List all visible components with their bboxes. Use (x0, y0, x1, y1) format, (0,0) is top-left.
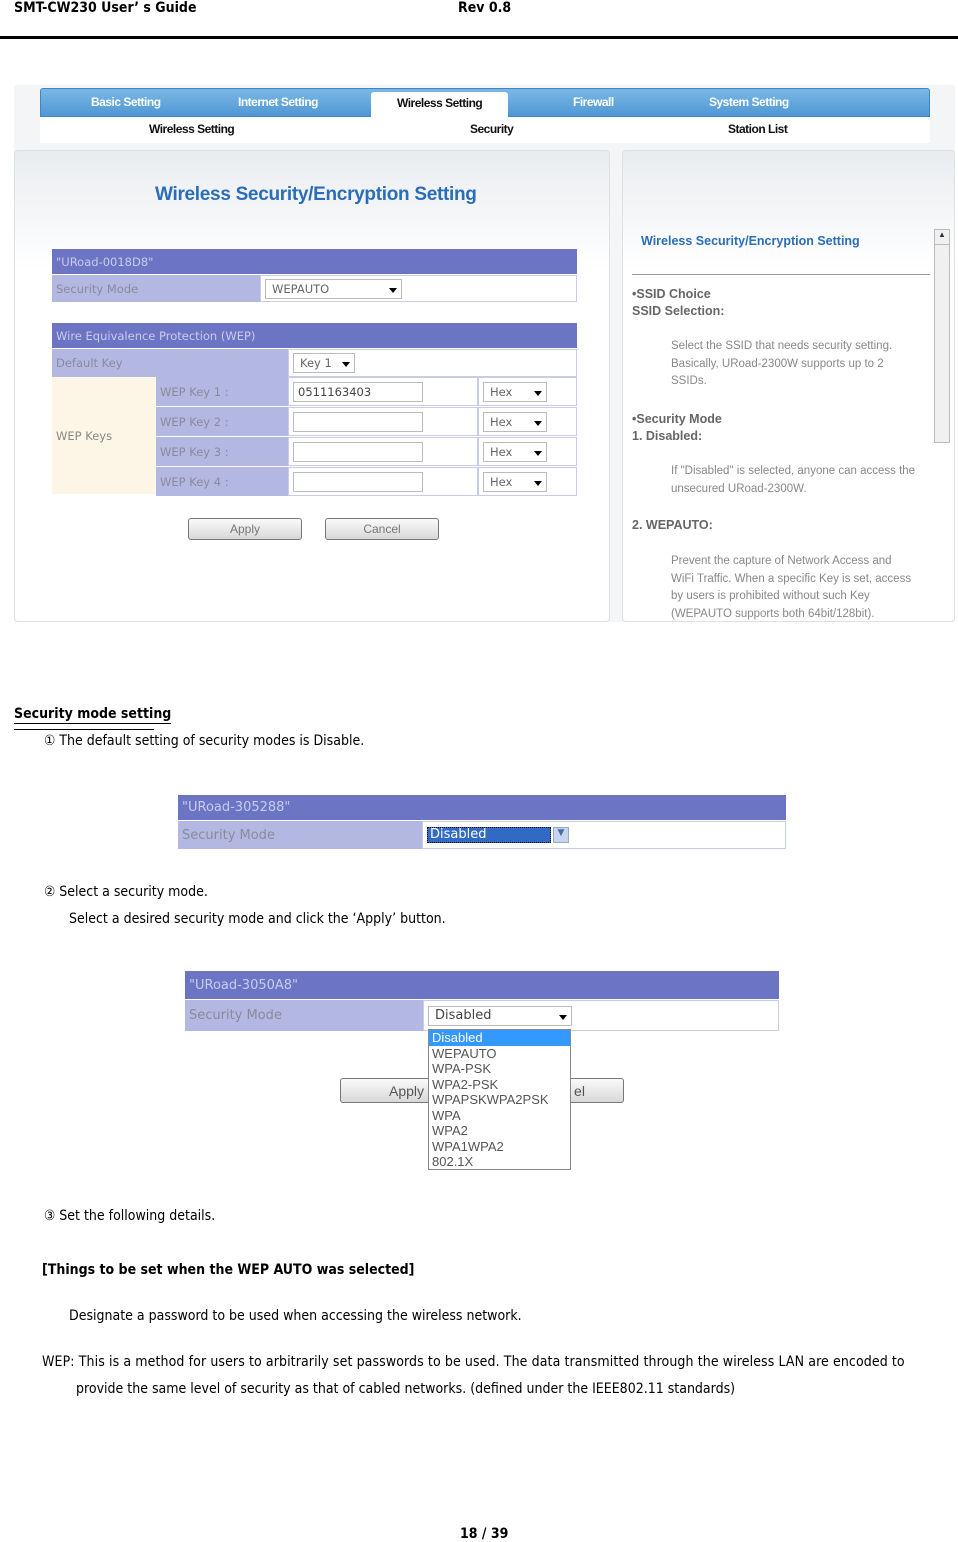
dropdown-arrow-icon (534, 390, 542, 396)
wep-table: Wire Equivalence Protection (WEP) Defaul… (52, 323, 577, 496)
security-mode-value: Disabled (435, 1008, 492, 1023)
security-mode-options: Disabled WEPAUTO WPA-PSK WPA2-PSK WPAPSKWPA2… (428, 1029, 571, 1170)
help-disabled-text: If "Disabled" is selected, anyone can ac… (671, 465, 916, 495)
main-tab-bar: Basic Setting Internet Setting Wireless … (40, 88, 930, 118)
help-scrollbar[interactable]: ▲ (934, 229, 950, 443)
ssid-header: "URoad-0018D8" (52, 249, 577, 274)
tab-basic-setting[interactable]: Basic Setting (91, 95, 161, 109)
ssid-header: "URoad-3050A8" (185, 971, 779, 999)
apply-button[interactable]: Apply (389, 1083, 424, 1099)
tab-system-setting[interactable]: System Setting (709, 95, 789, 109)
section-heading: Security mode setting (14, 706, 172, 724)
option-802-1x[interactable]: 802.1X (429, 1154, 570, 1170)
help-security-heading: •Security Mode 1. Disabled: (632, 412, 722, 443)
header-rule (0, 36, 958, 39)
scroll-up-icon[interactable]: ▲ (935, 230, 949, 245)
security-mode-label: Security Mode (185, 1000, 423, 1031)
dropdown-arrow-icon (534, 420, 542, 426)
help-ssid-heading: •SSID Choice SSID Selection: (632, 287, 725, 318)
subtab-station-list[interactable]: Station List (728, 122, 788, 136)
designate-text: Designate a password to be used when acc… (69, 1308, 522, 1324)
security-mode-select[interactable]: Disabled (427, 827, 551, 843)
help-wepauto-text: Prevent the capture of Network Access an… (671, 555, 912, 620)
screenshot-default-mode: "URoad-305288" Security Mode Disabled ▼ (178, 795, 786, 849)
option-wpa2-psk[interactable]: WPA2-PSK (429, 1077, 570, 1093)
wep-key-row: WEP Key 1 :0511163403 Hex (156, 377, 577, 406)
screenshot-mode-dropdown: "URoad-3050A8" Security Mode Disabled (185, 971, 779, 1031)
dropdown-arrow-icon (559, 1014, 567, 1020)
help-wepauto-heading: 2. WEPAUTO: (632, 518, 713, 532)
wep-key-row: WEP Key 4 : Hex (156, 467, 577, 496)
chevron-down-icon[interactable]: ▼ (553, 827, 569, 843)
tab-wireless-setting[interactable]: Wireless Setting (371, 92, 509, 118)
wep-key-format: Hex (490, 444, 513, 459)
doc-revision: Rev 0.8 (458, 0, 512, 16)
wep-key-format-select[interactable]: Hex (483, 471, 547, 492)
wep-key-label: WEP Key 4 : (156, 467, 288, 496)
doc-title: SMT-CW230 User’ s Guide (14, 0, 197, 16)
wep-auto-heading: [Things to be set when the WEP AUTO was … (42, 1262, 415, 1278)
wep-header: Wire Equivalence Protection (WEP) (52, 323, 577, 348)
help-divider (632, 274, 930, 275)
wep-definition-line2: provide the same level of security as th… (76, 1381, 736, 1397)
wep-key-label: WEP Key 3 : (156, 437, 288, 466)
default-key-select[interactable]: Key 1 (293, 353, 355, 373)
option-wpa1wpa2[interactable]: WPA1WPA2 (429, 1139, 570, 1155)
dropdown-arrow-icon (534, 480, 542, 486)
dropdown-arrow-icon (534, 450, 542, 456)
wep-keys-label: WEP Keys (52, 377, 156, 494)
step-3: ③ Set the following details. (44, 1208, 216, 1224)
cancel-button[interactable]: el (574, 1083, 585, 1099)
wep-key-input[interactable] (293, 471, 423, 492)
page-number: 18 / 39 (460, 1526, 509, 1542)
option-wepauto[interactable]: WEPAUTO (429, 1046, 570, 1062)
subtab-security[interactable]: Security (470, 122, 514, 136)
wep-key-row: WEP Key 3 : Hex (156, 437, 577, 466)
security-mode-table: "URoad-0018D8" Security Mode WEPAUTO (52, 249, 577, 302)
subtab-wireless-setting[interactable]: Wireless Setting (149, 122, 235, 136)
option-wpapskwpa2psk[interactable]: WPAPSKWPA2PSK (429, 1092, 570, 1108)
step-2: ② Select a security mode. (44, 884, 208, 900)
wep-key-row: WEP Key 2 : Hex (156, 407, 577, 436)
security-mode-label: Security Mode (178, 821, 422, 849)
wep-key-format: Hex (490, 474, 513, 489)
ssid-header: "URoad-305288" (178, 795, 786, 820)
wep-key-format: Hex (490, 414, 513, 429)
tab-internet-setting[interactable]: Internet Setting (238, 95, 319, 109)
tab-firewall[interactable]: Firewall (573, 95, 614, 109)
step-1: ① The default setting of security modes … (44, 733, 365, 749)
help-ssid-text: Select the SSID that needs security sett… (671, 340, 893, 387)
wep-key-input[interactable] (293, 441, 423, 462)
heading-underline (14, 729, 154, 730)
default-key-value: Key 1 (300, 356, 332, 370)
apply-button[interactable]: Apply (188, 518, 302, 540)
step-2-detail: Select a desired security mode and click… (69, 911, 446, 927)
wep-key-input[interactable] (293, 411, 423, 432)
security-mode-label: Security Mode (52, 275, 260, 302)
option-disabled[interactable]: Disabled (429, 1030, 570, 1046)
wep-key-label: WEP Key 2 : (156, 407, 288, 436)
security-mode-select[interactable]: Disabled (428, 1005, 572, 1026)
wep-key-label: WEP Key 1 : (156, 377, 288, 406)
option-wpa2[interactable]: WPA2 (429, 1123, 570, 1139)
wep-key-format-select[interactable]: Hex (483, 441, 547, 462)
wep-key-format-select[interactable]: Hex (483, 411, 547, 432)
dropdown-arrow-icon (342, 362, 350, 367)
wep-definition-line1: WEP: This is a method for users to arbit… (42, 1354, 905, 1370)
help-title: Wireless Security/Encryption Setting (641, 234, 860, 248)
wep-key-format: Hex (490, 384, 513, 399)
wep-key-format-select[interactable]: Hex (483, 381, 547, 402)
cancel-button[interactable]: Cancel (325, 518, 439, 540)
dropdown-arrow-icon (389, 287, 397, 293)
security-mode-value: WEPAUTO (272, 281, 330, 296)
option-wpa-psk[interactable]: WPA-PSK (429, 1061, 570, 1077)
option-wpa[interactable]: WPA (429, 1108, 570, 1124)
page-title: Wireless Security/Encryption Setting (155, 184, 477, 205)
security-mode-select[interactable]: WEPAUTO (265, 278, 402, 299)
default-key-label: Default Key (52, 349, 288, 377)
wep-key-input[interactable]: 0511163403 (293, 381, 423, 402)
